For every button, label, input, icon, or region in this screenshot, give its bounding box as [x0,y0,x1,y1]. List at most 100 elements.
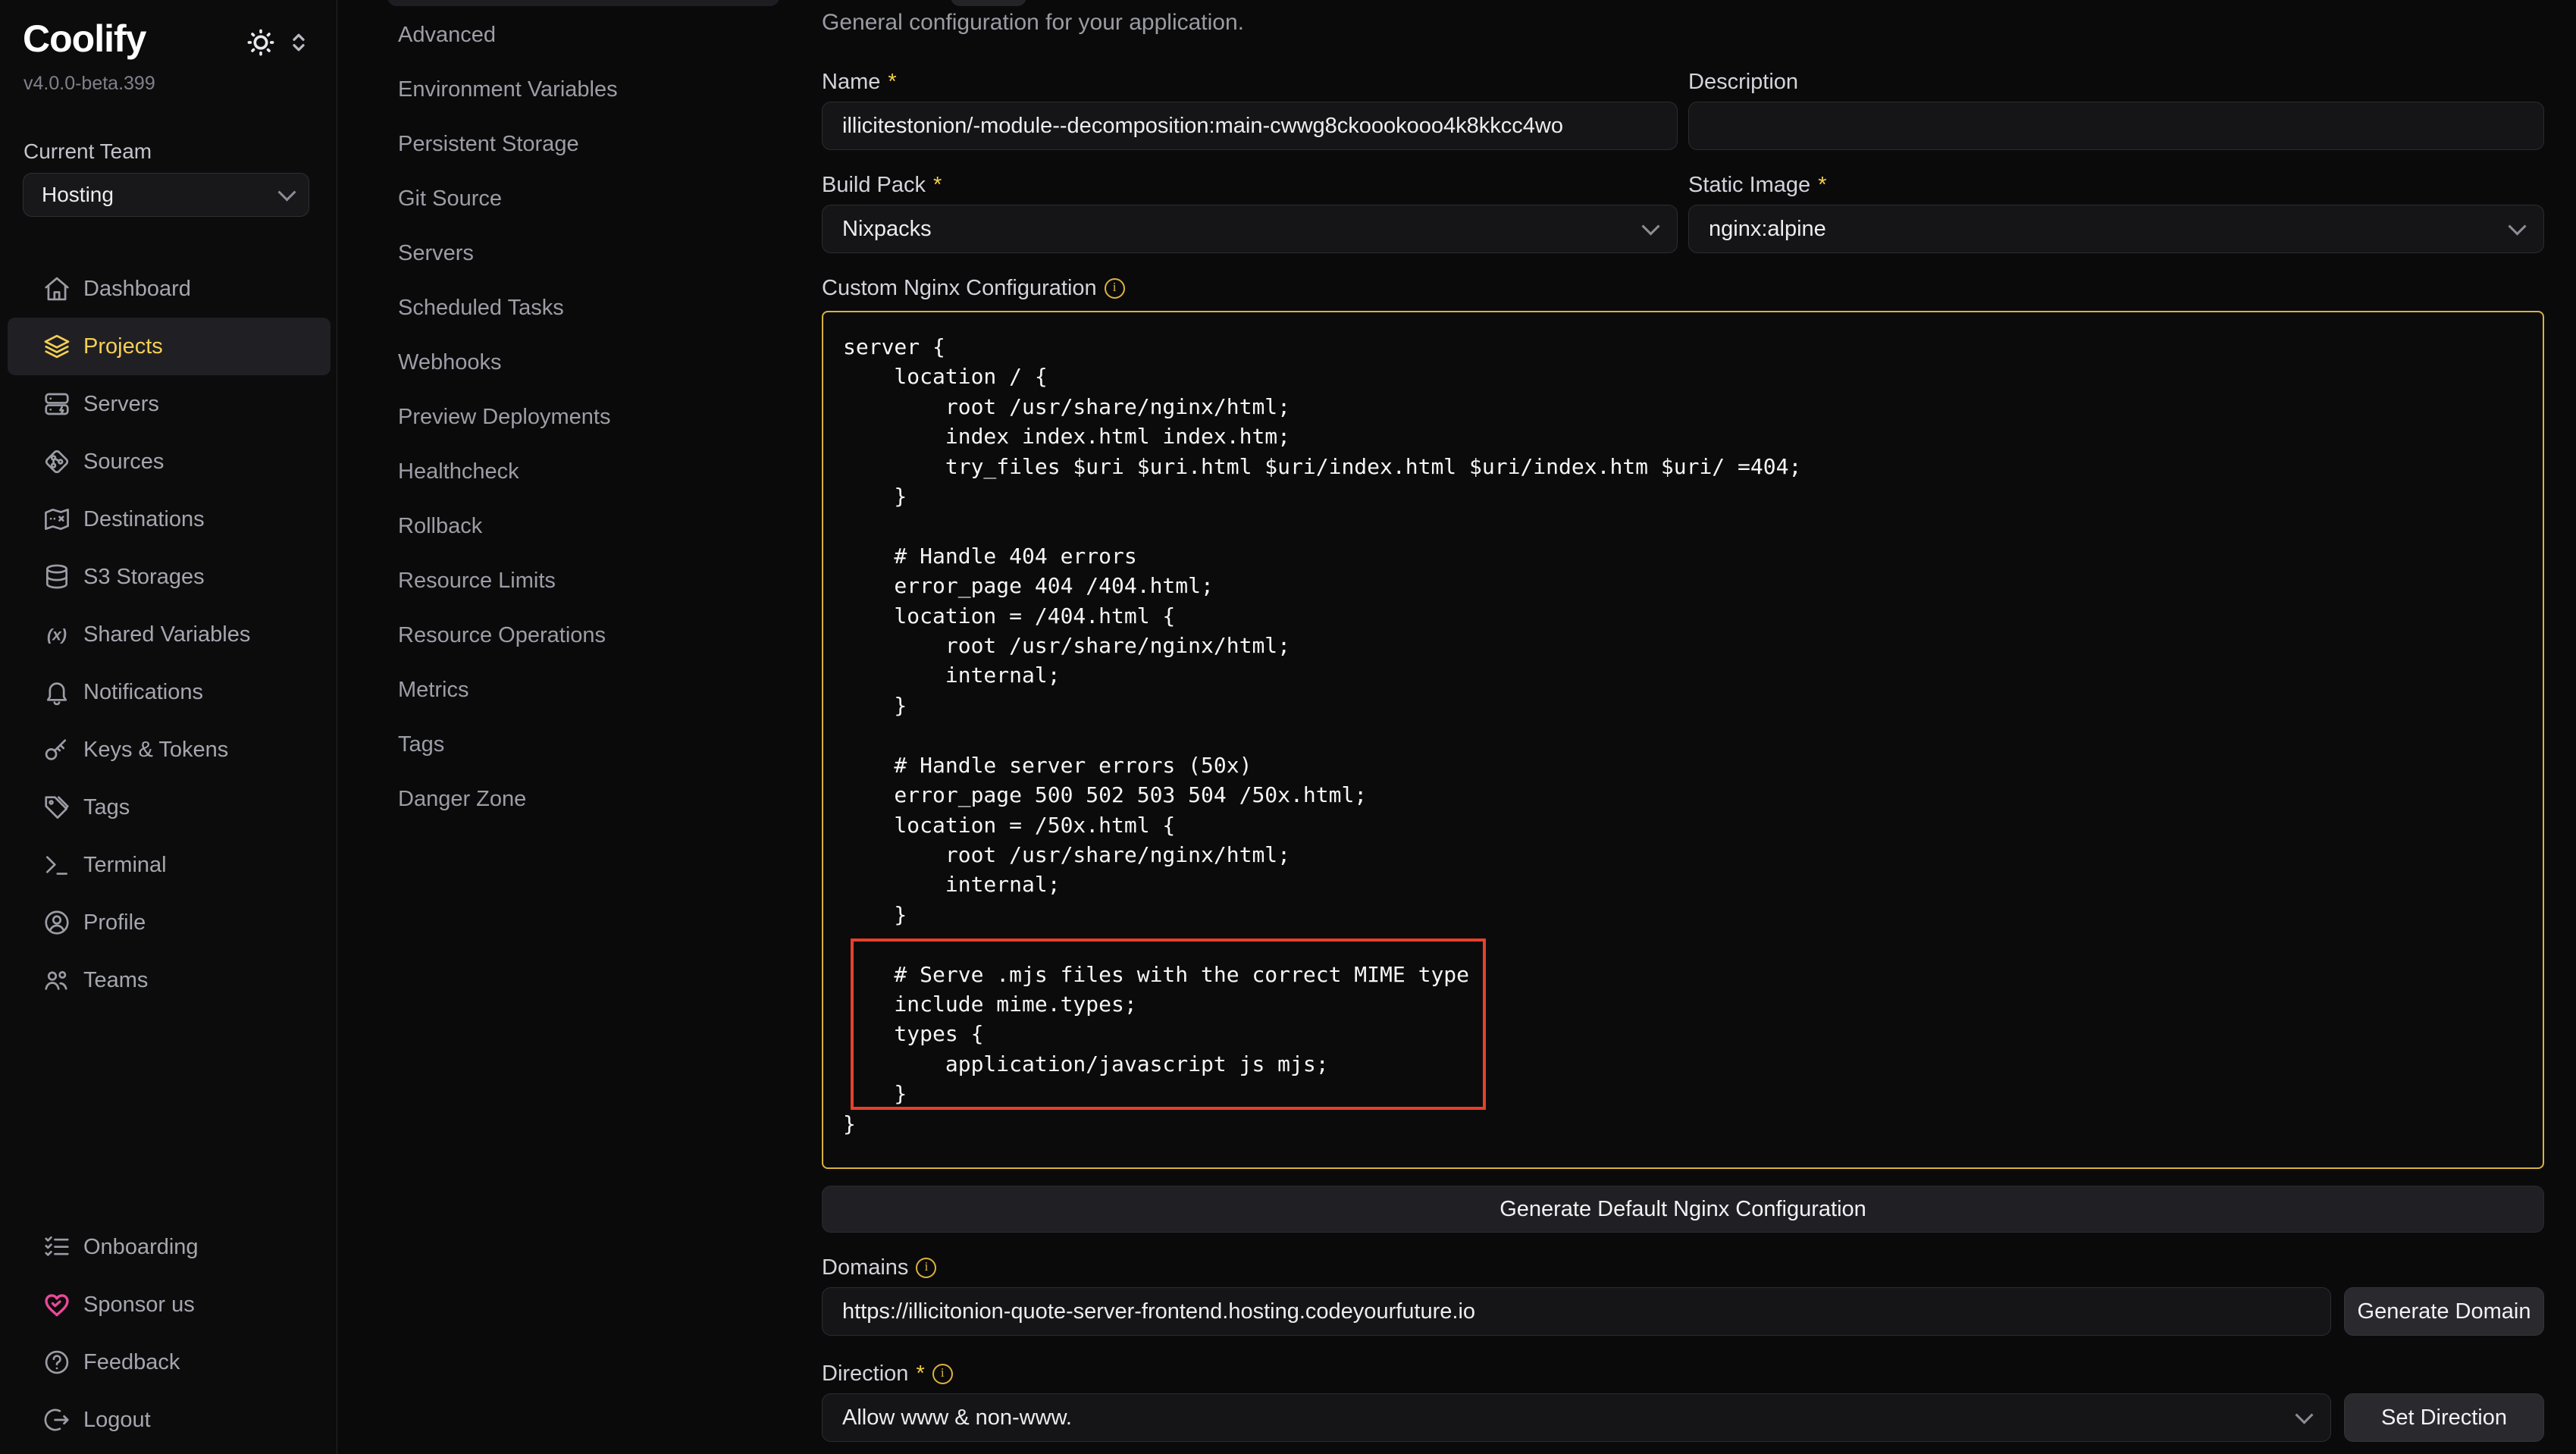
terminal-icon [42,851,71,879]
sidebar-item-notifications[interactable]: Notifications [8,663,331,721]
info-icon[interactable] [1105,278,1125,299]
sidebar-item-profile[interactable]: Profile [8,894,331,951]
description-input[interactable] [1688,102,2544,150]
name-input[interactable] [822,102,1678,150]
required-asterisk: * [933,173,942,198]
subnav-active-item-partial[interactable] [387,0,779,6]
logout-icon [42,1405,71,1434]
sidebar-footer-item-sponsor-us[interactable]: Sponsor us [8,1276,331,1333]
subnav-item-resource-operations[interactable]: Resource Operations [387,608,779,663]
subnav-item-scheduled-tasks[interactable]: Scheduled Tasks [387,280,779,335]
subnav-item-preview-deployments[interactable]: Preview Deployments [387,390,779,444]
info-icon[interactable] [916,1258,936,1278]
subnav-item-danger-zone[interactable]: Danger Zone [387,772,779,826]
generate-default-nginx-button[interactable]: Generate Default Nginx Configuration [822,1186,2544,1233]
description-label: Description [1688,65,2544,99]
coolify-app: Coolify v4.0.0-beta.399 Current Team Hos… [0,0,2576,1454]
settings-subnav: Advanced Environment Variables Persisten… [337,0,823,1454]
checklist-icon [42,1233,71,1261]
fields-row-1: Name* Description [822,36,2544,150]
svg-text:(x): (x) [47,625,67,644]
chevron-down-icon [2508,218,2526,236]
tag-icon [42,793,71,822]
users-icon [42,966,71,995]
subnav-list: Advanced Environment Variables Persisten… [387,8,779,826]
git-icon [42,447,71,476]
sidebar: Coolify v4.0.0-beta.399 Current Team Hos… [0,0,337,1454]
sidebar-footer-item-onboarding[interactable]: Onboarding [8,1218,331,1276]
static-image-value: nginx:alpine [1709,217,1826,242]
direction-row: Allow www & non-www. Set Direction [822,1393,2544,1442]
help-icon [42,1348,71,1377]
subnav-item-environment-variables[interactable]: Environment Variables [387,62,779,117]
subnav-item-healthcheck[interactable]: Healthcheck [387,444,779,499]
domains-label: Domains [822,1251,2544,1284]
static-image-label: Static Image* [1688,168,2544,202]
subnav-item-advanced[interactable]: Advanced [387,8,779,62]
sidebar-footer-item-feedback[interactable]: Feedback [8,1333,331,1391]
team-select-value: Hosting [42,183,114,207]
sidebar-footer-nav: Onboarding Sponsor us Feedback Logout [8,1218,331,1449]
team-select[interactable]: Hosting [23,173,309,217]
sidebar-item-dashboard[interactable]: Dashboard [8,260,331,318]
sidebar-item-servers[interactable]: Servers [8,375,331,433]
required-asterisk: * [888,70,896,95]
name-label: Name* [822,65,1678,99]
home-icon [42,274,71,303]
sidebar-item-teams[interactable]: Teams [8,951,331,1009]
domains-input[interactable] [822,1287,2331,1336]
subnav-item-metrics[interactable]: Metrics [387,663,779,717]
page-subtitle: General configuration for your applicati… [822,9,2544,36]
key-icon [42,735,71,764]
heart-icon [42,1290,71,1319]
server-icon [42,390,71,418]
subnav-item-tags[interactable]: Tags [387,717,779,772]
chevron-down-icon [2295,1406,2313,1424]
sidebar-item-keys-tokens[interactable]: Keys & Tokens [8,721,331,779]
generate-domain-button[interactable]: Generate Domain [2344,1287,2544,1336]
domains-row: Generate Domain [822,1287,2544,1336]
subnav-item-persistent-storage[interactable]: Persistent Storage [387,117,779,171]
subnav-item-git-source[interactable]: Git Source [387,171,779,226]
info-icon[interactable] [932,1364,953,1384]
static-image-select[interactable]: nginx:alpine [1688,205,2544,253]
subnav-item-rollback[interactable]: Rollback [387,499,779,553]
general-settings-panel: General configuration for your applicati… [822,0,2544,1442]
subnav-item-resource-limits[interactable]: Resource Limits [387,553,779,608]
sidebar-item-shared-variables[interactable]: (x) Shared Variables [8,606,331,663]
nginx-config-text[interactable]: server { location / { root /usr/share/ng… [823,312,2543,1139]
user-icon [42,908,71,937]
build-pack-select[interactable]: Nixpacks [822,205,1678,253]
sidebar-item-s3-storages[interactable]: S3 Storages [8,548,331,606]
direction-label: Direction* [822,1357,2544,1390]
subnav-item-webhooks[interactable]: Webhooks [387,335,779,390]
nginx-config-editor[interactable]: server { location / { root /usr/share/ng… [822,311,2544,1169]
bell-icon [42,678,71,707]
subnav-item-servers[interactable]: Servers [387,226,779,280]
sidebar-item-tags[interactable]: Tags [8,779,331,836]
required-asterisk: * [1818,173,1826,198]
required-asterisk: * [916,1362,924,1387]
current-team-label: Current Team [24,139,152,164]
fields-row-2: Build Pack* Nixpacks Static Image* nginx… [822,150,2544,253]
nginx-config-label: Custom Nginx Configuration [822,271,2544,305]
build-pack-label: Build Pack* [822,168,1678,202]
brand-row: Coolify [23,17,315,64]
variables-icon: (x) [42,620,71,649]
sidebar-item-projects[interactable]: Projects [8,318,331,375]
sidebar-item-terminal[interactable]: Terminal [8,836,331,894]
layers-icon [42,332,71,361]
chevron-up-down-icon[interactable] [285,29,312,56]
database-icon [42,562,71,591]
sidebar-item-destinations[interactable]: Destinations [8,490,331,548]
map-icon [42,505,71,534]
build-pack-value: Nixpacks [842,217,932,242]
set-direction-button[interactable]: Set Direction [2344,1393,2544,1442]
chevron-down-icon [1641,218,1659,236]
theme-sun-icon[interactable] [244,26,277,59]
sidebar-item-sources[interactable]: Sources [8,433,331,490]
sidebar-footer-item-logout[interactable]: Logout [8,1391,331,1449]
chevron-down-icon [277,183,296,202]
direction-value: Allow www & non-www. [842,1405,1072,1430]
direction-select[interactable]: Allow www & non-www. [822,1393,2331,1442]
